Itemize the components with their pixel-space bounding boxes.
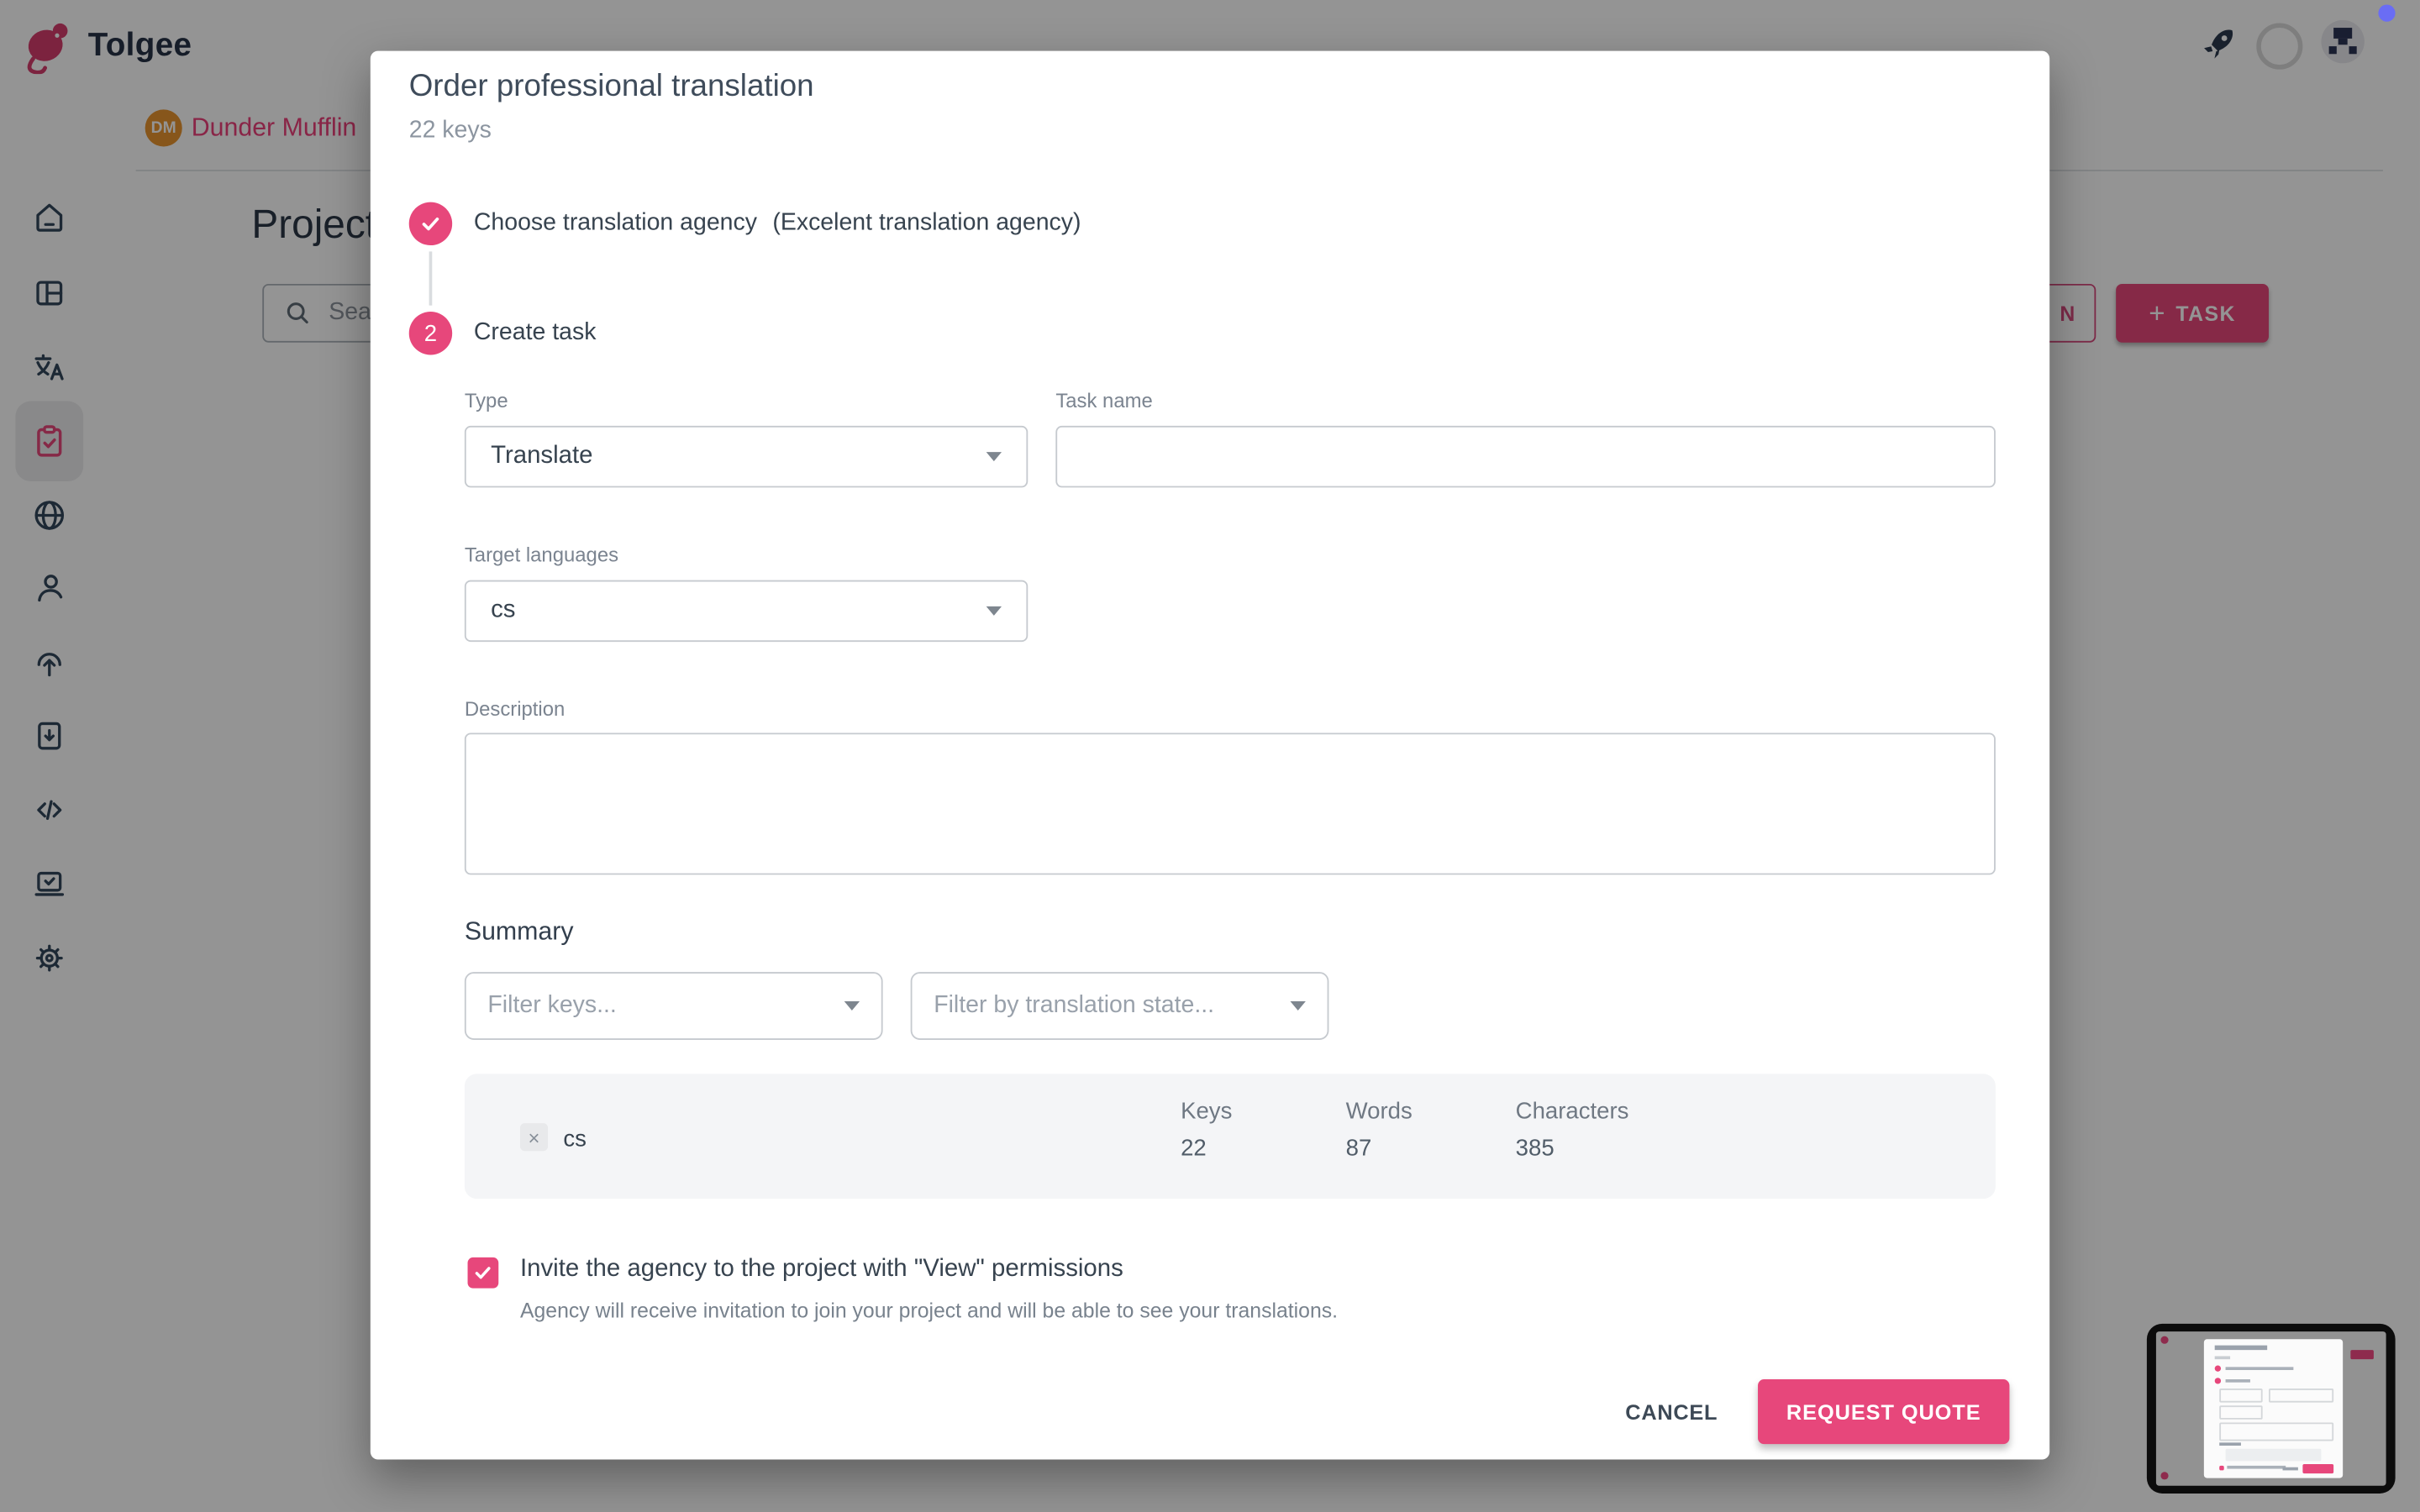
type-select[interactable]: Translate — [464, 425, 1028, 488]
target-languages-label: Target languages — [464, 543, 619, 567]
remove-language-button[interactable]: × — [519, 1123, 549, 1152]
task-name-label: Task name — [1055, 388, 1153, 412]
pip-help-dot — [2160, 1472, 2169, 1480]
step-2-label: Create task — [473, 319, 597, 346]
close-icon: × — [528, 1125, 540, 1149]
chevron-down-icon — [1290, 1001, 1306, 1011]
order-translation-dialog: Order professional translation 22 keys C… — [370, 50, 2050, 1460]
summary-words-value: 87 — [1345, 1135, 1372, 1163]
chevron-down-icon — [986, 606, 1002, 616]
pip-screen-preview — [2155, 1331, 2386, 1486]
summary-characters-label: Characters — [1515, 1098, 1629, 1125]
type-select-value: Translate — [491, 443, 593, 470]
summary-words-label: Words — [1345, 1098, 1413, 1125]
summary-keys-label: Keys — [1181, 1098, 1233, 1125]
summary-keys-value: 22 — [1181, 1135, 1207, 1163]
dialog-title: Order professional translation — [408, 69, 814, 104]
step-connector-line — [429, 251, 433, 306]
step-1-label: Choose translation agency — [473, 209, 758, 237]
request-quote-button[interactable]: REQUEST QUOTE — [1758, 1379, 2010, 1445]
filter-translation-state-select[interactable]: Filter by translation state... — [910, 972, 1329, 1040]
type-label: Type — [464, 388, 508, 412]
summary-heading: Summary — [464, 917, 574, 946]
filter-keys-select[interactable]: Filter keys... — [464, 972, 883, 1040]
pip-task-button — [2350, 1350, 2374, 1360]
check-icon — [475, 1267, 491, 1279]
dialog-subtitle: 22 keys — [408, 117, 492, 144]
notification-dot — [2378, 4, 2396, 22]
chevron-down-icon — [986, 452, 1002, 462]
invite-agency-helper-text: Agency will receive invitation to join y… — [519, 1299, 1339, 1323]
target-languages-value: cs — [491, 596, 516, 624]
description-textarea[interactable] — [464, 732, 1996, 875]
step-1-detail: (Excelent translation agency) — [772, 209, 1081, 237]
step-1-completed-badge — [408, 202, 453, 246]
invite-agency-checkbox[interactable] — [467, 1257, 499, 1289]
step-create-task: 2 Create task — [408, 312, 597, 355]
step-2-badge: 2 — [408, 312, 453, 355]
step-choose-agency[interactable]: Choose translation agency (Excelent tran… — [408, 202, 1081, 246]
filter-keys-placeholder: Filter keys... — [487, 992, 617, 1019]
summary-language-code: cs — [563, 1126, 587, 1153]
task-name-input[interactable] — [1055, 425, 1996, 488]
invite-agency-label: Invite the agency to the project with "V… — [519, 1256, 1123, 1283]
pip-window[interactable] — [2146, 1323, 2396, 1494]
pip-mini-modal — [2203, 1339, 2344, 1478]
target-languages-select[interactable]: cs — [464, 580, 1028, 643]
filter-state-placeholder: Filter by translation state... — [934, 992, 1215, 1019]
summary-characters-value: 385 — [1515, 1135, 1555, 1163]
summary-language-row: × cs Keys 22 Words 87 Characters 385 — [464, 1074, 1996, 1200]
pip-logo-dot — [2160, 1336, 2169, 1344]
check-icon — [422, 217, 439, 231]
cancel-button[interactable]: CANCEL — [1625, 1390, 1718, 1433]
chevron-down-icon — [844, 1001, 860, 1011]
description-label: Description — [464, 697, 566, 721]
